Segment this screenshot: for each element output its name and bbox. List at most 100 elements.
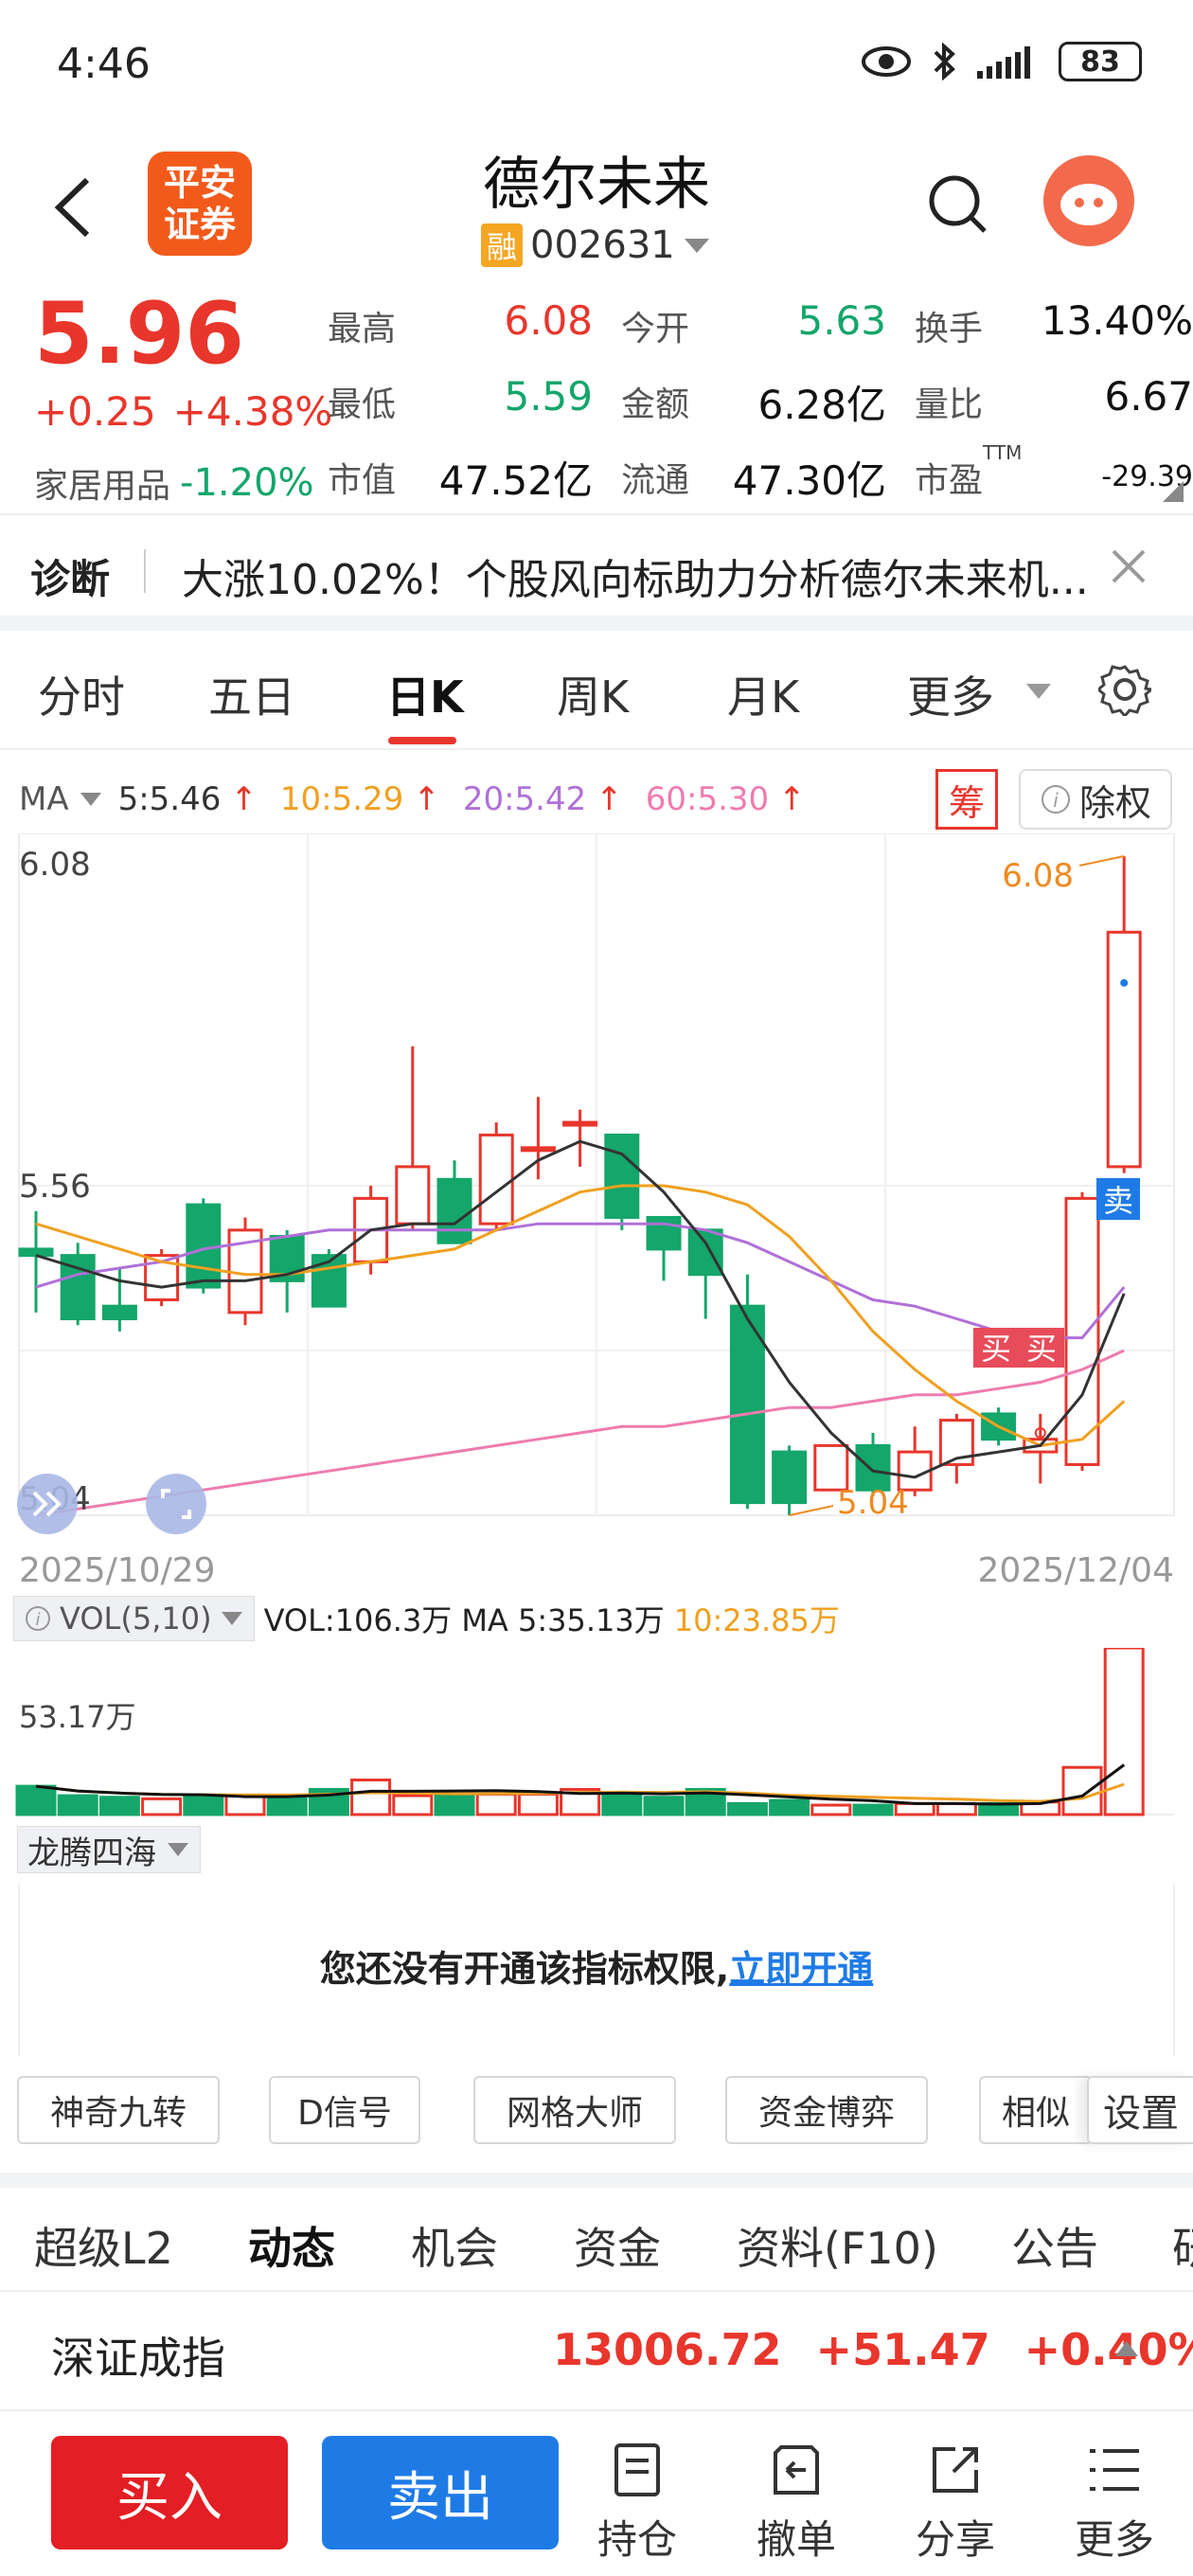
volume-bar[interactable] bbox=[392, 1794, 434, 1816]
volume-bar[interactable] bbox=[894, 1801, 935, 1816]
candle-body[interactable] bbox=[562, 1120, 598, 1127]
info-tab-5[interactable]: 公告 bbox=[1011, 2214, 1098, 2277]
assistant-avatar[interactable] bbox=[1043, 155, 1134, 246]
candle-body[interactable] bbox=[520, 1146, 556, 1153]
volume-bar[interactable] bbox=[769, 1798, 810, 1816]
stat-value: 6.67 bbox=[1104, 373, 1193, 420]
index-value: 13006.72 bbox=[553, 2324, 782, 2375]
volume-bar[interactable] bbox=[1061, 1765, 1103, 1816]
candle-body[interactable] bbox=[772, 1450, 808, 1505]
tab-5[interactable]: 更多 bbox=[907, 663, 994, 725]
volume-bar[interactable] bbox=[15, 1784, 57, 1816]
stock-code-selector[interactable]: 融 002631 bbox=[481, 224, 711, 267]
info-tab-1[interactable]: 动态 bbox=[248, 2214, 335, 2277]
chevron-down-icon bbox=[1026, 684, 1051, 699]
volume-chart[interactable]: 53.17万 bbox=[0, 1648, 1193, 1818]
buy-button[interactable]: 买入 bbox=[51, 2436, 288, 2549]
ma-legend[interactable]: MA 5:5.46 ↑ 10:5.29 ↑ 20:5.42 ↑ 60:5.30 ↑ bbox=[19, 780, 806, 818]
tools-settings-button[interactable]: 设置 bbox=[1087, 2076, 1193, 2144]
tool-button-0[interactable]: 神奇九转 bbox=[17, 2076, 220, 2144]
chevron-up-icon[interactable] bbox=[1113, 2339, 1140, 2358]
volume-bar[interactable] bbox=[643, 1796, 685, 1816]
candle-body[interactable] bbox=[101, 1304, 137, 1321]
status-icons: 83 bbox=[860, 42, 1142, 81]
info-tab-4[interactable]: 资料(F10) bbox=[737, 2214, 938, 2277]
kline-chart[interactable]: 6.085.565.042025/10/292025/12/046.085.04… bbox=[0, 833, 1193, 1591]
status-time: 4:46 bbox=[57, 40, 151, 88]
back-arrow-icon[interactable] bbox=[49, 174, 97, 241]
tool-button-2[interactable]: 网格大师 bbox=[473, 2076, 676, 2144]
volume-bar[interactable] bbox=[726, 1801, 768, 1816]
stat-label: 流通 bbox=[621, 461, 690, 500]
more-label: 更多 bbox=[1074, 2516, 1154, 2563]
cancel-order-label: 撤单 bbox=[756, 2516, 836, 2563]
sector-info[interactable]: 家居用品 -1.20% bbox=[34, 458, 314, 508]
info-tab-3[interactable]: 资金 bbox=[574, 2214, 661, 2277]
buy-signal[interactable]: 买 bbox=[1019, 1328, 1064, 1368]
share-button[interactable]: 分享 bbox=[903, 2442, 1007, 2566]
volume-bar[interactable] bbox=[601, 1792, 643, 1816]
tab-0[interactable]: 分时 bbox=[38, 663, 125, 725]
ma10-value: 10:5.29 bbox=[279, 780, 404, 818]
info-tab-2[interactable]: 机会 bbox=[411, 2214, 498, 2277]
candle-body[interactable] bbox=[478, 1133, 514, 1225]
cancel-order-button[interactable]: 撤单 bbox=[744, 2442, 848, 2566]
search-icon[interactable] bbox=[926, 172, 988, 239]
volume-bar[interactable] bbox=[141, 1797, 183, 1816]
volume-bar[interactable] bbox=[183, 1794, 224, 1816]
volume-bar[interactable] bbox=[475, 1792, 517, 1816]
tab-4[interactable]: 月K bbox=[727, 663, 799, 725]
volume-bar[interactable] bbox=[350, 1778, 392, 1816]
candle-body[interactable] bbox=[1064, 1196, 1100, 1466]
candle-body[interactable] bbox=[687, 1228, 723, 1277]
sell-button[interactable]: 卖出 bbox=[322, 2436, 559, 2549]
more-button[interactable]: 更多 bbox=[1062, 2442, 1166, 2566]
volume-bar[interactable] bbox=[935, 1801, 977, 1816]
sector-change: -1.20% bbox=[180, 461, 314, 505]
volume-bar[interactable] bbox=[434, 1792, 475, 1816]
tab-3[interactable]: 周K bbox=[557, 663, 629, 725]
candle-body[interactable] bbox=[436, 1177, 472, 1244]
tab-2[interactable]: 日K bbox=[386, 663, 464, 725]
tool-button-4[interactable]: 相似 bbox=[979, 2076, 1093, 2144]
buy-signal[interactable]: 买 bbox=[973, 1328, 1019, 1368]
diagnosis-text[interactable]: 大涨10.02%！个股风向标助力分析德尔未来机... bbox=[182, 546, 1110, 606]
volume-bar[interactable] bbox=[266, 1794, 308, 1816]
candle-body[interactable] bbox=[646, 1215, 682, 1251]
indicator-selector[interactable]: 龙腾四海 bbox=[17, 1826, 201, 1873]
open-permission-link[interactable]: 立即开通 bbox=[729, 1940, 873, 1992]
volume-bar[interactable] bbox=[98, 1796, 140, 1816]
expand-left-button[interactable] bbox=[17, 1474, 78, 1534]
volume-bar[interactable] bbox=[810, 1803, 852, 1816]
change-amount: +0.25 bbox=[34, 388, 156, 435]
candle-body[interactable] bbox=[395, 1165, 431, 1225]
ma-label: MA bbox=[19, 780, 69, 818]
volume-bar[interactable] bbox=[224, 1794, 266, 1816]
sell-signal[interactable]: 卖 bbox=[1096, 1178, 1140, 1220]
positions-button[interactable]: 持仓 bbox=[585, 2442, 689, 2566]
volume-bar[interactable] bbox=[517, 1792, 559, 1816]
close-icon[interactable] bbox=[1110, 547, 1148, 585]
section-gap bbox=[0, 616, 1193, 631]
tab-1[interactable]: 五日 bbox=[208, 663, 295, 725]
index-name[interactable]: 深证成指 bbox=[51, 2324, 225, 2387]
volume-indicator-selector[interactable]: i VOL(5,10) bbox=[13, 1596, 255, 1641]
ex-right-button[interactable]: i 除权 bbox=[1019, 769, 1172, 830]
info-tab-6[interactable]: 研 bbox=[1172, 2214, 1193, 2277]
volume-bar[interactable] bbox=[852, 1803, 894, 1816]
candle-body[interactable] bbox=[1106, 930, 1142, 1169]
chip-distribution-button[interactable]: 筹 bbox=[935, 769, 998, 830]
settings-gear-icon[interactable] bbox=[1098, 663, 1151, 716]
fullscreen-button[interactable] bbox=[146, 1474, 206, 1534]
candle-body[interactable] bbox=[604, 1133, 640, 1219]
tool-button-3[interactable]: 资金博弈 bbox=[725, 2076, 928, 2144]
info-tab-0[interactable]: 超级L2 bbox=[34, 2214, 173, 2277]
info-icon: i bbox=[1041, 785, 1070, 814]
volume-bar[interactable] bbox=[57, 1794, 98, 1816]
tools-row: 神奇九转 D信号 网格大师 资金博弈 相似 bbox=[0, 2076, 1193, 2148]
candle-body[interactable] bbox=[18, 1247, 54, 1258]
candle-body[interactable] bbox=[186, 1203, 222, 1289]
stat-value: 13.40% bbox=[1041, 297, 1193, 344]
tool-button-1[interactable]: D信号 bbox=[269, 2076, 420, 2144]
diagnosis-label: 诊断 bbox=[30, 556, 111, 602]
